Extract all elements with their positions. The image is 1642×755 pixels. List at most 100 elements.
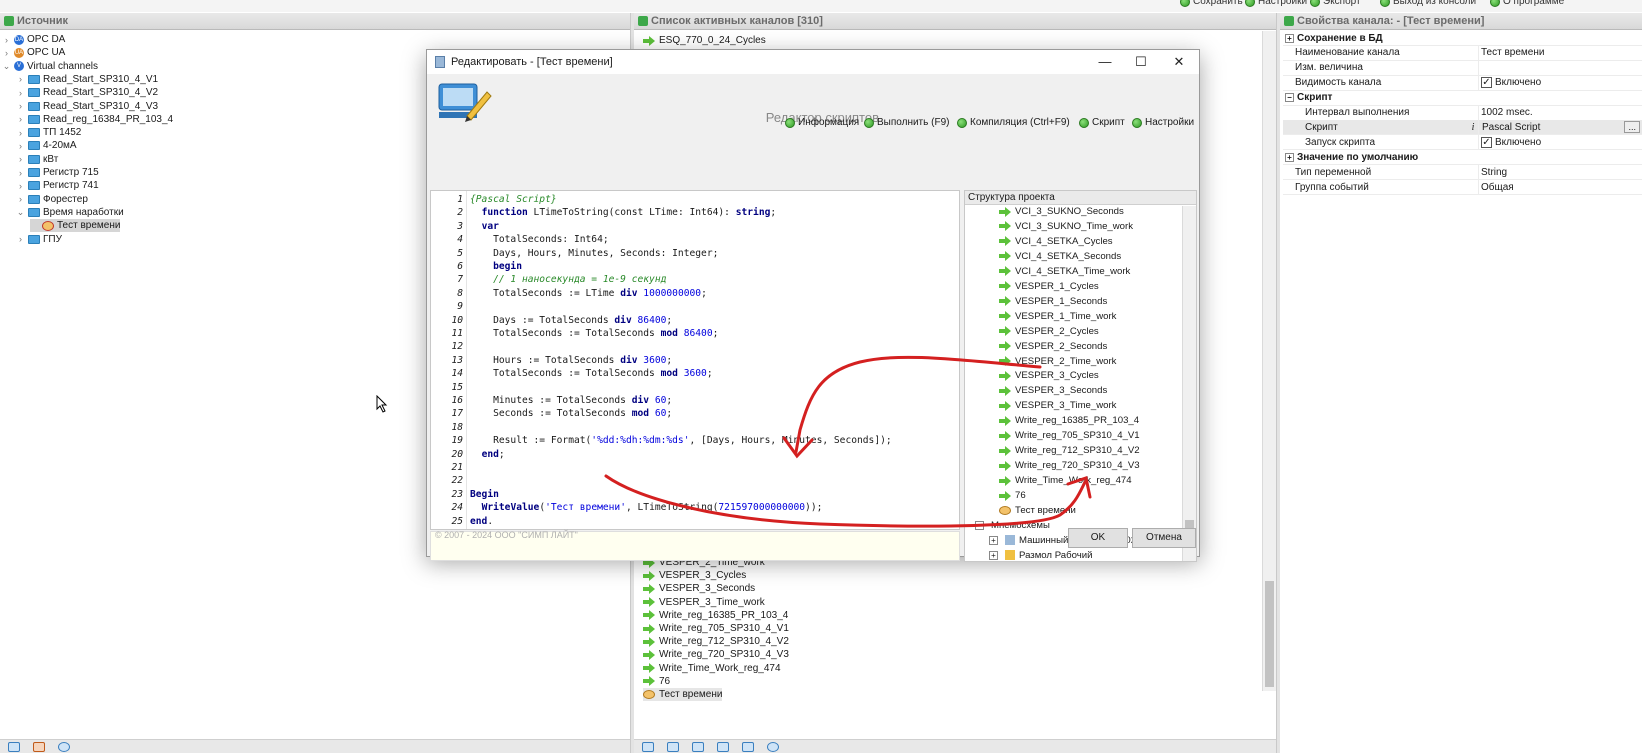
property-row[interactable]: Скрипт i Pascal Script... <box>1283 120 1642 136</box>
channels-scrollbar[interactable] <box>1262 31 1276 691</box>
structure-item[interactable]: VESPER_2_Cycles <box>999 324 1099 339</box>
code-line[interactable]: 20 end; <box>431 448 961 461</box>
source-tree-item[interactable]: › UA OPC UA <box>2 46 65 59</box>
property-group[interactable]: + Сохранение в БД <box>1283 31 1642 46</box>
toolbar-item[interactable]: Выход из консоли <box>1380 0 1476 7</box>
structure-item[interactable]: VESPER_3_Cycles <box>999 368 1099 383</box>
property-row[interactable]: Интервал выполнения 1002 msec. <box>1283 105 1642 121</box>
channel-item[interactable]: Write_reg_712_SP310_4_V2 <box>643 635 789 648</box>
splitter-right[interactable] <box>1276 13 1280 753</box>
source-tree-item[interactable]: › Форестер <box>16 193 88 206</box>
ellipsis-button[interactable]: ... <box>1624 121 1640 134</box>
code-line[interactable]: 24 WriteValue('Тест времени', LTimeToStr… <box>431 501 961 514</box>
expand-toggle-icon[interactable]: − <box>1285 93 1294 103</box>
expand-toggle-icon[interactable]: + <box>989 535 998 545</box>
maximize-button[interactable]: ☐ <box>1123 53 1159 71</box>
code-editor[interactable]: 1 {Pascal Script} 2 function LTimeToString… <box>430 190 960 530</box>
code-line[interactable]: 9 <box>431 300 961 313</box>
code-line[interactable]: 5 Days, Hours, Minutes, Seconds: Integer… <box>431 247 961 260</box>
chevron-down-icon[interactable]: ⌄ <box>2 61 11 72</box>
toolbar-icon[interactable] <box>667 742 679 752</box>
code-line[interactable]: 10 Days := TotalSeconds div 86400; <box>431 314 961 327</box>
structure-item[interactable]: VCI_3_SUKNO_Time_work <box>999 219 1133 234</box>
structure-item[interactable]: VESPER_1_Seconds <box>999 294 1107 309</box>
property-value[interactable]: i Pascal Script... <box>1472 120 1642 135</box>
toolbar-item[interactable]: Экспорт <box>1310 0 1361 7</box>
toolbar-icon[interactable] <box>717 742 729 752</box>
property-group[interactable]: − Скрипт <box>1283 91 1642 106</box>
cancel-button[interactable]: Отмена <box>1132 528 1196 548</box>
toolbar-item[interactable]: О программе <box>1490 0 1564 7</box>
structure-item[interactable]: Write_Time_Work_reg_474 <box>999 473 1132 488</box>
channel-item[interactable]: Write_reg_720_SP310_4_V3 <box>643 648 789 661</box>
code-line[interactable]: 2 function LTimeToString(const LTime: In… <box>431 206 961 219</box>
toolbar-item[interactable]: Сохранить <box>1180 0 1243 7</box>
chevron-right-icon[interactable]: › <box>16 101 25 111</box>
channel-item[interactable]: ESQ_770_0_24_Cycles <box>643 34 766 47</box>
source-tree-item[interactable]: › Регистр 715 <box>16 166 99 179</box>
source-tree-item[interactable]: › Read_Start_SP310_4_V3 <box>16 100 158 113</box>
channel-item[interactable]: 76 <box>643 675 670 688</box>
structure-item[interactable]: VCI_4_SETKA_Cycles <box>999 234 1113 249</box>
chevron-right-icon[interactable]: › <box>2 35 11 45</box>
property-value[interactable]: ✓ Включено <box>1478 135 1642 150</box>
ok-button[interactable]: OK <box>1068 528 1128 548</box>
code-line[interactable]: 3 var <box>431 220 961 233</box>
code-line[interactable]: 12 <box>431 340 961 353</box>
structure-group[interactable]: − Мнемосхемы <box>975 518 1050 533</box>
structure-item[interactable]: Write_reg_705_SP310_4_V1 <box>999 428 1140 443</box>
checkbox-checked-icon[interactable]: ✓ <box>1481 136 1492 148</box>
source-tree-item[interactable]: › Read_reg_16384_PR_103_4 <box>16 113 173 126</box>
code-line[interactable]: 13 Hours := TotalSeconds div 3600; <box>431 354 961 367</box>
toolbar-icon[interactable] <box>642 742 654 752</box>
code-line[interactable]: 15 <box>431 381 961 394</box>
structure-item[interactable]: VESPER_3_Time_work <box>999 398 1116 413</box>
chevron-right-icon[interactable]: › <box>16 194 25 204</box>
source-tree-item[interactable]: › ТП 1452 <box>16 126 81 139</box>
chevron-right-icon[interactable]: › <box>16 154 25 164</box>
channel-item[interactable]: Write_reg_16385_PR_103_4 <box>643 609 788 622</box>
chevron-right-icon[interactable]: › <box>16 181 25 191</box>
property-group[interactable]: + Значение по умолчанию <box>1283 150 1642 166</box>
source-tree-item[interactable]: › ГПУ <box>16 233 62 246</box>
property-row[interactable]: Изм. величина <box>1283 60 1642 76</box>
code-line[interactable]: 8 TotalSeconds := LTime div 1000000000; <box>431 287 961 300</box>
code-line[interactable]: 25 end. <box>431 515 961 528</box>
structure-item[interactable]: VCI_4_SETKA_Time_work <box>999 264 1130 279</box>
close-button[interactable]: ✕ <box>1161 53 1197 71</box>
structure-item[interactable]: VCI_3_SUKNO_Seconds <box>999 204 1124 219</box>
source-tree-item[interactable]: › Регистр 741 <box>16 179 99 192</box>
chevron-down-icon[interactable]: ⌄ <box>16 207 25 218</box>
structure-item[interactable]: VESPER_3_Seconds <box>999 383 1107 398</box>
structure-item[interactable]: 76 <box>999 488 1026 503</box>
chevron-right-icon[interactable]: › <box>16 88 25 98</box>
code-line[interactable]: 22 <box>431 474 961 487</box>
property-value[interactable] <box>1478 60 1642 75</box>
property-row[interactable]: Группа событий Общая <box>1283 180 1642 195</box>
property-value[interactable]: Общая <box>1478 180 1642 194</box>
source-tree-item[interactable]: › 4-20мА <box>16 139 77 152</box>
chevron-right-icon[interactable]: › <box>2 48 11 58</box>
chevron-right-icon[interactable]: › <box>16 128 25 138</box>
code-line[interactable]: 1 {Pascal Script} <box>431 193 961 206</box>
channel-item[interactable]: VESPER_3_Time_work <box>643 596 765 609</box>
source-tree-item[interactable]: › кВт <box>16 153 58 166</box>
channel-item[interactable]: VESPER_3_Seconds <box>643 582 755 595</box>
structure-item[interactable]: Write_reg_16385_PR_103_4 <box>999 413 1139 428</box>
code-line[interactable]: 7 // 1 наносекунда = 1e-9 секунд <box>431 273 961 286</box>
structure-item[interactable]: VCI_4_SETKA_Seconds <box>999 249 1121 264</box>
channel-item[interactable]: Тест времени <box>643 688 723 701</box>
chevron-right-icon[interactable]: › <box>16 141 25 151</box>
editor-menu-item[interactable]: Информация <box>785 117 859 128</box>
property-value[interactable]: 1002 msec. <box>1478 105 1642 120</box>
channel-item[interactable]: VESPER_3_Cycles <box>643 569 746 582</box>
code-line[interactable]: 11 TotalSeconds := TotalSeconds mod 8640… <box>431 327 961 340</box>
toolbar-icon[interactable] <box>692 742 704 752</box>
source-tree-item[interactable]: › Read_Start_SP310_4_V2 <box>16 86 158 99</box>
chevron-right-icon[interactable]: › <box>16 114 25 124</box>
property-row[interactable]: Тип переменной String <box>1283 165 1642 181</box>
toolbar-icon[interactable] <box>8 742 20 752</box>
editor-menu-item[interactable]: Выполнить (F9) <box>864 117 949 128</box>
structure-subitem[interactable]: + Размол Рабочий <box>989 548 1092 563</box>
toolbar-item[interactable]: Настройки <box>1245 0 1307 7</box>
